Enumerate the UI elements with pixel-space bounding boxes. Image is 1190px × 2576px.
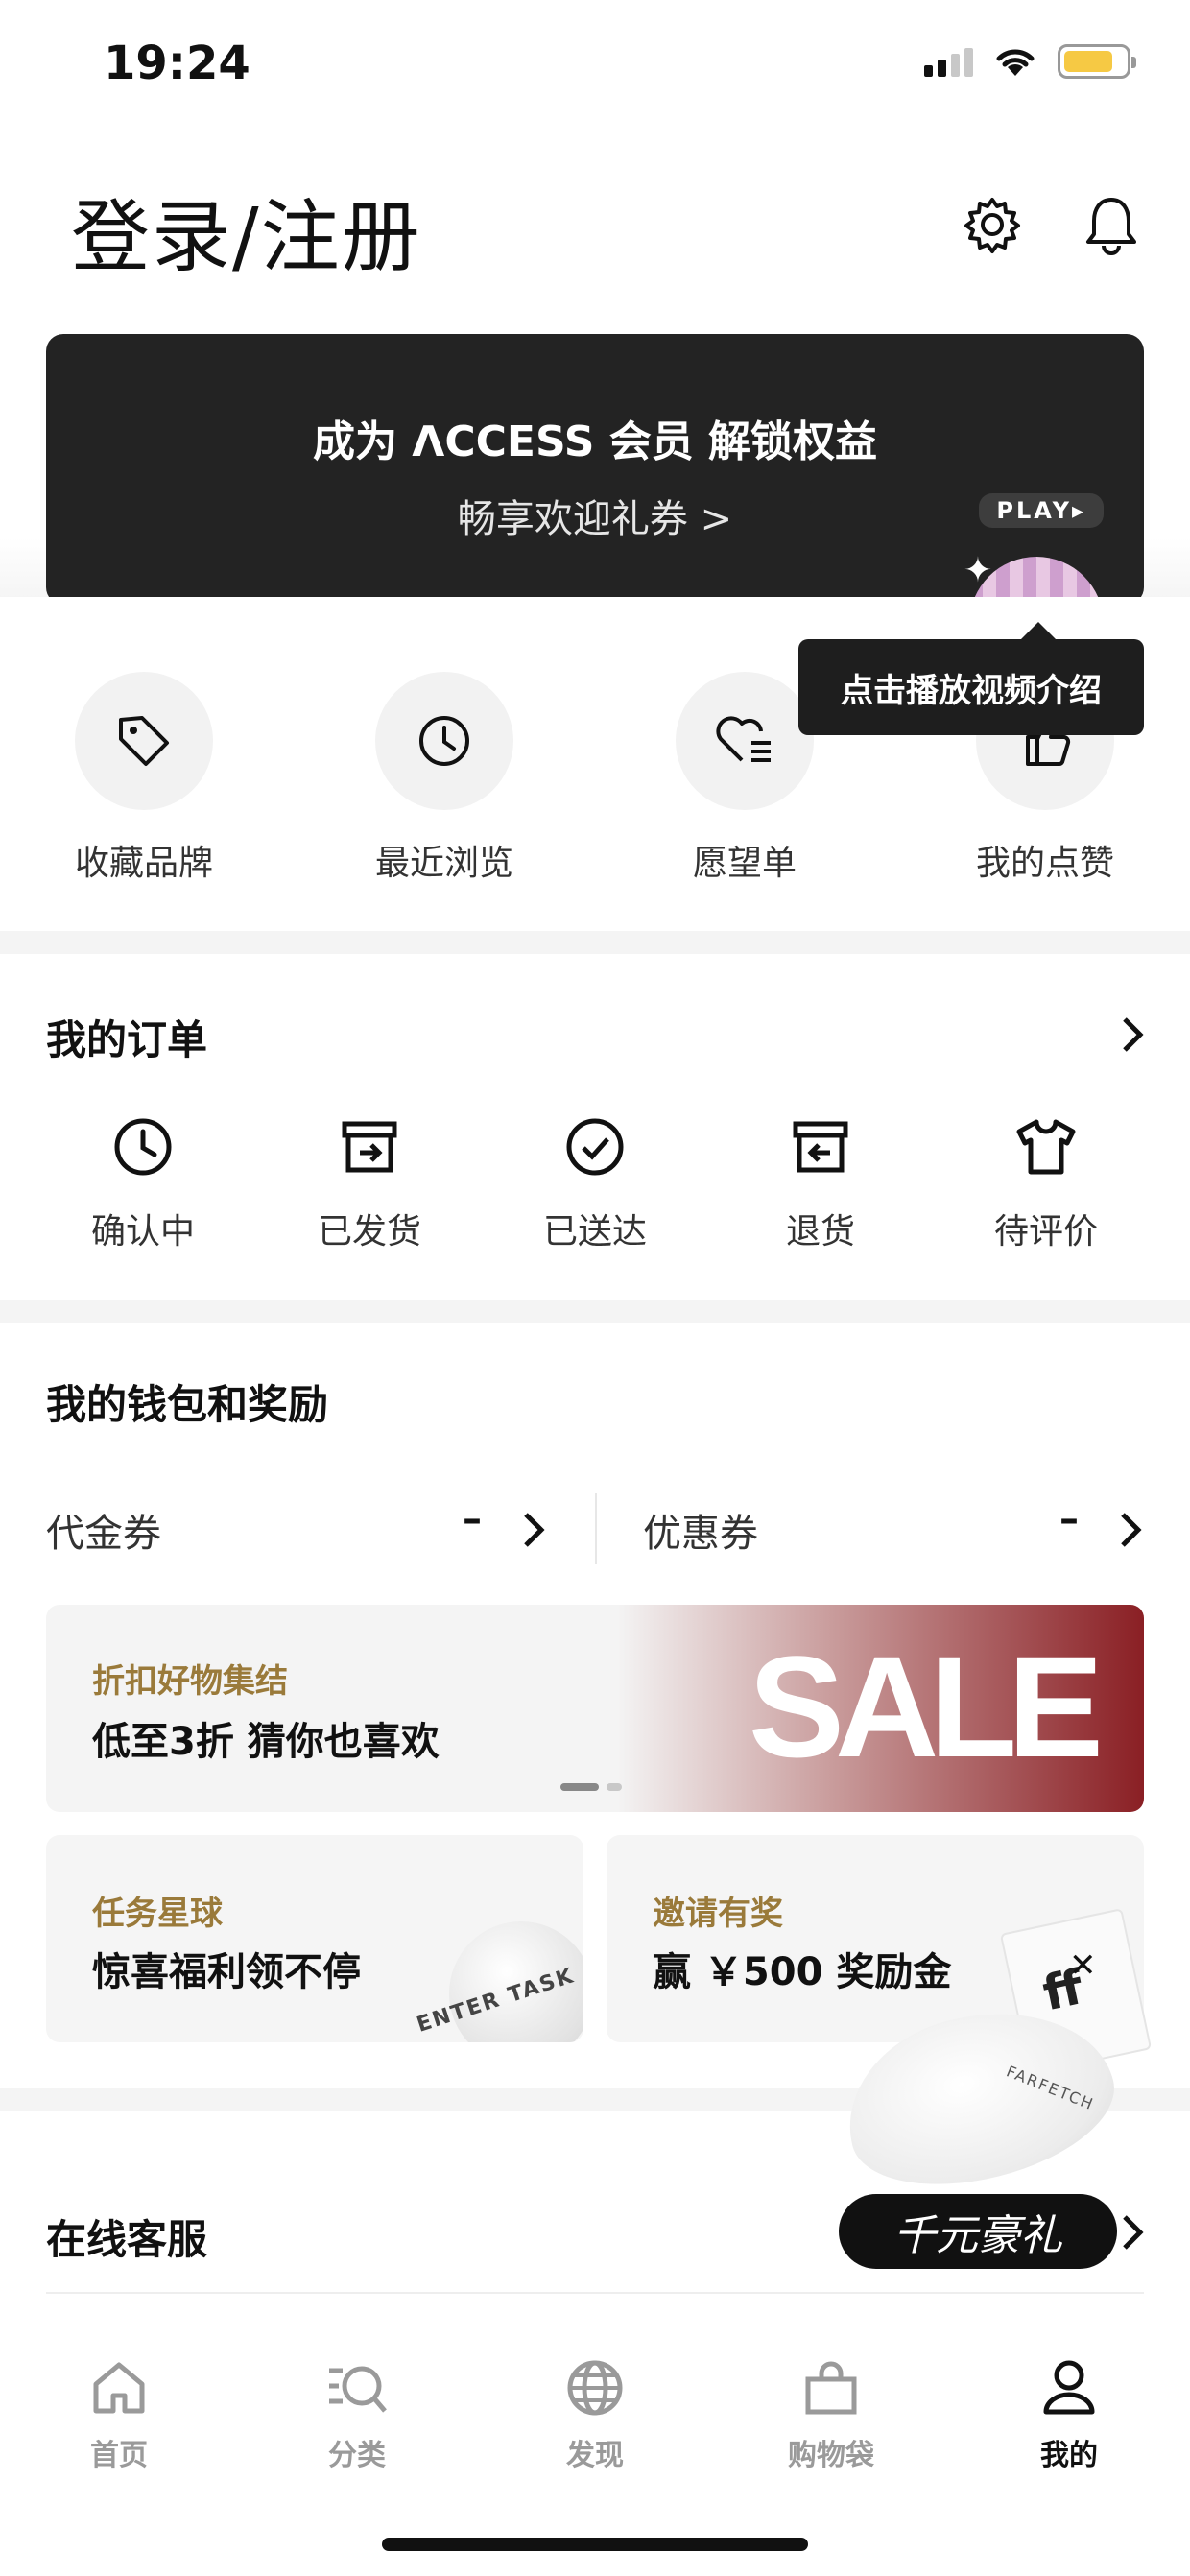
tag-icon <box>75 672 213 810</box>
voucher-label[interactable]: 代金券 <box>46 1502 161 1558</box>
wallet-title: 我的钱包和奖励 <box>46 1381 329 1428</box>
order-label: 已发货 <box>317 1212 421 1252</box>
sale-promo-banner[interactable]: 折扣好物集结 低至3折 猜你也喜欢 SALE <box>46 1605 1144 1812</box>
order-confirming[interactable]: 确认中 <box>52 1113 234 1253</box>
chevron-right-icon[interactable] <box>1113 1015 1152 1054</box>
divider <box>46 2292 1144 2294</box>
home-icon <box>87 2356 151 2420</box>
status-time: 19:24 <box>104 36 250 90</box>
section-divider <box>0 1300 1190 1323</box>
tab-me[interactable]: 我的 <box>992 2356 1146 2473</box>
promo-headline: 低至3折 猜你也喜欢 <box>92 1720 440 1764</box>
voucher-value: – <box>463 1497 482 1541</box>
clock-icon <box>375 672 513 810</box>
order-shipped[interactable]: 已发货 <box>278 1113 461 1253</box>
tab-label: 分类 <box>328 2439 386 2472</box>
page-title[interactable]: 登录/注册 <box>71 173 422 287</box>
video-tooltip[interactable]: 点击播放视频介绍 <box>798 622 1144 735</box>
tab-label: 首页 <box>90 2439 148 2472</box>
coupon-label[interactable]: 优惠券 <box>643 1502 758 1558</box>
play-badge[interactable]: PLAY▸ <box>979 493 1104 528</box>
home-indicator <box>382 2538 808 2551</box>
carousel-dots <box>560 1783 622 1791</box>
shortcut-label: 最近浏览 <box>374 844 513 883</box>
tab-discover[interactable]: 发现 <box>518 2356 672 2473</box>
order-label: 已送达 <box>542 1212 647 1252</box>
gear-icon[interactable] <box>956 188 1029 261</box>
tab-home[interactable]: 首页 <box>42 2356 196 2473</box>
section-divider <box>0 931 1190 954</box>
close-icon[interactable]: ✕ <box>1069 1946 1097 1985</box>
status-icons <box>924 44 1136 79</box>
order-returns[interactable]: 退货 <box>729 1113 912 1253</box>
order-label: 退货 <box>785 1212 855 1252</box>
shortcut-favorite-brands[interactable]: 收藏品牌 <box>67 672 221 885</box>
globe-icon <box>563 2356 627 2420</box>
banner-title: 成为 ΛCCESS 会员 解锁权益 <box>312 417 878 466</box>
tab-label: 发现 <box>566 2439 624 2472</box>
member-banner[interactable]: 成为 ΛCCESS 会员 解锁权益 畅享欢迎礼券 > PLAY▸ ✦ <box>46 334 1144 605</box>
orders-title[interactable]: 我的订单 <box>46 1008 207 1066</box>
bell-icon[interactable] <box>1075 188 1148 261</box>
promo-kicker: 折扣好物集结 <box>92 1662 288 1701</box>
gift-label: 千元豪礼 <box>893 2211 1062 2260</box>
order-to-review[interactable]: 待评价 <box>955 1113 1137 1253</box>
shortcut-label: 收藏品牌 <box>74 844 213 883</box>
clock-icon <box>109 1113 177 1181</box>
signal-icon <box>924 46 973 77</box>
task-planet-card[interactable]: 任务星球 惊喜福利领不停 ENTER TASK <box>46 1835 583 2042</box>
chevron-right-icon[interactable] <box>1111 1511 1150 1549</box>
sale-graphic: SALE <box>748 1626 1104 1787</box>
shortcut-recent[interactable]: 最近浏览 <box>368 672 521 885</box>
wallet-separator <box>595 1493 597 1564</box>
tab-bag[interactable]: 购物袋 <box>754 2356 908 2473</box>
tab-label: 我的 <box>1040 2439 1098 2472</box>
tshirt-icon <box>1012 1113 1080 1181</box>
tab-category[interactable]: 分类 <box>280 2356 434 2473</box>
tooltip-text: 点击播放视频介绍 <box>841 671 1102 710</box>
bag-icon <box>799 2356 863 2420</box>
person-icon <box>1037 2356 1101 2420</box>
task-headline: 惊喜福利领不停 <box>92 1950 361 1994</box>
tab-label: 购物袋 <box>788 2439 874 2472</box>
check-circle-icon <box>561 1113 629 1181</box>
wifi-icon <box>996 49 1035 76</box>
battery-icon <box>1058 44 1136 79</box>
sparkle-icon: ✦ <box>963 551 992 590</box>
status-bar: 19:24 <box>0 0 1190 134</box>
chevron-right-icon[interactable] <box>514 1511 553 1549</box>
order-label: 待评价 <box>993 1212 1098 1252</box>
invite-kicker: 邀请有奖 <box>653 1895 783 1933</box>
box-out-icon <box>336 1113 403 1181</box>
shortcut-label: 愿望单 <box>692 844 797 883</box>
shortcut-label: 我的点赞 <box>975 844 1114 883</box>
service-title[interactable]: 在线客服 <box>46 2207 207 2266</box>
gift-label-pill[interactable]: 千元豪礼 <box>839 2194 1117 2269</box>
task-kicker: 任务星球 <box>92 1895 223 1933</box>
heart-list-icon <box>676 672 814 810</box>
category-search-icon <box>325 2356 389 2420</box>
coupon-value: – <box>1059 1497 1079 1541</box>
order-label: 确认中 <box>90 1212 195 1252</box>
box-return-icon <box>787 1113 854 1181</box>
order-delivered[interactable]: 已送达 <box>504 1113 686 1253</box>
